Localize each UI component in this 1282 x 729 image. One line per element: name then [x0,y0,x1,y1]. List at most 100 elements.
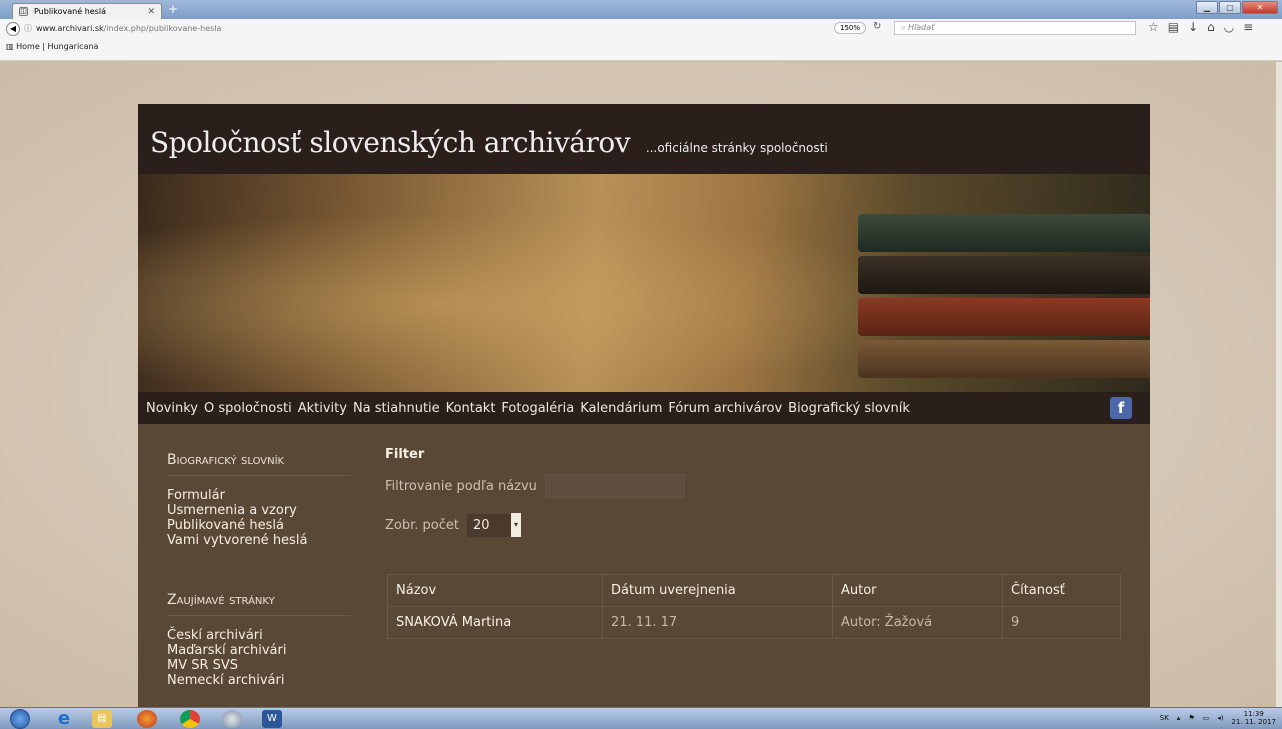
sidebar-section-title: Biografický slovník [167,452,351,476]
sidebar-link-vami-vytvorene[interactable]: Vami vytvorené heslá [167,533,351,548]
url-path: /index.php/publikovane-hesla [103,24,222,33]
banner-book [858,340,1150,378]
close-window-icon[interactable]: ✕ [1242,1,1278,14]
results-table: Názov Dátum uverejnenia Autor Čítanosť S… [387,574,1121,639]
zoom-indicator[interactable]: 150% [834,22,867,34]
window-controls: ▁ ▢ ✕ [1195,1,1278,14]
bookmark-favicon-icon: ▥ [6,42,17,51]
page-favicon-icon: ◫ [19,7,28,16]
sidebar: Biografický slovník Formulár Usmernenia … [167,452,351,688]
menu-item-na-stiahnutie[interactable]: Na stiahnutie [353,401,440,416]
facebook-icon[interactable]: f [1110,397,1132,419]
cell-autor: Autor: Žažová [832,606,1003,639]
clipboard-icon[interactable]: ▤ [1168,20,1179,34]
tab-title: Publikované heslá [34,7,106,16]
count-select-value: 20 [466,513,511,537]
star-icon[interactable]: ☆ [1148,20,1159,34]
cell-nazov[interactable]: SNAKOVÁ Martina [387,606,603,639]
tab-bar: ◫ Publikované heslá ✕ + ▁ ▢ ✕ [0,0,1282,19]
site-subtitle: ...oficiálne stránky spoločnosti [645,141,828,155]
bookmark-item[interactable]: ▥ Home | Hungaricana [6,42,98,51]
menu-item-kalendarium[interactable]: Kalendárium [580,401,662,416]
menu-item-novinky[interactable]: Novinky [146,401,198,416]
browser-toolbar: ◀ ⓘ www.archivari.sk/index.php/publikova… [0,19,1282,61]
home-icon[interactable]: ⌂ [1207,20,1215,34]
reload-icon[interactable]: ↻ [873,21,881,32]
main-menu: Novinky O spoločnosti Aktivity Na stiahn… [138,392,1150,424]
browser-tab[interactable]: ◫ Publikované heslá ✕ [12,3,162,19]
taskbar: e ▤ W SK ▴ ⚑ ▭ ◂) 11:39 21. 11. 2017 [0,707,1282,729]
search-input[interactable]: ⌕ Hľadať [894,21,1136,35]
language-indicator[interactable]: SK [1160,714,1169,722]
sidebar-link-nemecki[interactable]: Nemeckí archivári [167,673,351,688]
system-tray: SK ▴ ⚑ ▭ ◂) 11:39 21. 11. 2017 [1160,710,1276,726]
sidebar-section-title: Zaujímavé stránky [167,592,351,616]
pocket-icon[interactable]: ◡ [1224,20,1234,34]
filter-name-input[interactable] [544,474,685,498]
site-title[interactable]: Spoločnosť slovenských archivárov [150,126,631,159]
flag-icon[interactable]: ⚑ [1188,714,1194,722]
count-select[interactable]: 20 ▾ [466,512,521,538]
page-scrollbar[interactable] [1276,62,1282,707]
info-icon[interactable]: ⓘ [24,23,32,34]
new-tab-icon[interactable]: + [168,2,178,16]
cell-citanost: 9 [1002,606,1121,639]
page-viewport: Spoločnosť slovenských archivárov ...ofi… [0,62,1282,707]
sidebar-link-formular[interactable]: Formulár [167,488,351,503]
menu-item-biograficky-slovnik[interactable]: Biografický slovník [788,401,910,416]
sidebar-link-usmernenia[interactable]: Usmernenia a vzory [167,503,351,518]
column-header-autor[interactable]: Autor [832,574,1003,607]
banner-book [858,256,1150,294]
column-header-datum[interactable]: Dátum uverejnenia [602,574,833,607]
main-content: Filter Filtrovanie podľa názvu Zobr. poč… [385,444,1125,639]
table-header-row: Názov Dátum uverejnenia Autor Čítanosť [387,574,1121,607]
menu-item-kontakt[interactable]: Kontakt [446,401,496,416]
menu-item-aktivity[interactable]: Aktivity [298,401,347,416]
chevron-down-icon[interactable]: ▾ [510,513,521,537]
start-button[interactable] [10,709,30,729]
volume-icon[interactable]: ◂) [1217,714,1223,722]
filter-name-label: Filtrovanie podľa názvu [385,478,537,494]
tray-arrow-icon[interactable]: ▴ [1177,714,1181,722]
firefox-icon[interactable] [137,710,157,728]
chrome-icon[interactable] [180,710,200,728]
filter-heading: Filter [385,447,425,462]
banner-book [858,214,1150,252]
filter-name-row: Filtrovanie podľa názvu [385,474,1125,498]
url-domain: www.archivari.sk [36,24,104,33]
back-arrow-icon[interactable]: ◀ [6,22,20,36]
clock-date: 21. 11. 2017 [1231,718,1276,726]
download-icon[interactable]: ↓ [1188,20,1198,34]
internet-explorer-icon[interactable]: e [54,710,74,728]
media-icon[interactable] [222,710,242,728]
cell-datum: 21. 11. 17 [602,606,833,639]
file-explorer-icon[interactable]: ▤ [92,710,112,728]
search-icon: ⌕ [901,23,909,32]
clock[interactable]: 11:39 21. 11. 2017 [1231,710,1276,726]
banner-book [858,298,1150,336]
site-header: Spoločnosť slovenských archivárov ...ofi… [138,104,1150,174]
sidebar-link-madarski[interactable]: Maďarskí archivári [167,643,351,658]
menu-item-fotogaleria[interactable]: Fotogaléria [501,401,574,416]
search-placeholder: Hľadať [908,23,935,32]
menu-item-o-spolocnosti[interactable]: O spoločnosti [204,401,292,416]
column-header-citanost[interactable]: Čítanosť [1002,574,1121,607]
maximize-icon[interactable]: ▢ [1219,1,1241,14]
column-header-nazov[interactable]: Názov [387,574,603,607]
network-icon[interactable]: ▭ [1203,714,1210,722]
toolbar-icons: ☆ ▤ ↓ ⌂ ◡ ≡ [1148,20,1253,34]
table-row: SNAKOVÁ Martina 21. 11. 17 Autor: Žažová… [387,606,1121,639]
close-tab-icon[interactable]: ✕ [147,7,155,17]
menu-icon[interactable]: ≡ [1243,20,1253,34]
minimize-icon[interactable]: ▁ [1196,1,1218,14]
sidebar-link-ceski[interactable]: Českí archivári [167,628,351,643]
sidebar-link-mv-sr-svs[interactable]: MV SR SVS [167,658,351,673]
address-bar[interactable]: www.archivari.sk/index.php/publikovane-h… [36,24,221,33]
bookmark-label: Home | Hungaricana [16,42,99,51]
menu-item-forum-archivarov[interactable]: Fórum archivárov [668,401,782,416]
count-label: Zobr. počet [385,517,459,533]
sidebar-link-publikovane-hesla[interactable]: Publikované heslá [167,518,351,533]
word-icon[interactable]: W [262,710,282,728]
count-row: Zobr. počet 20 ▾ [385,512,1125,538]
header-banner-image [138,174,1150,392]
